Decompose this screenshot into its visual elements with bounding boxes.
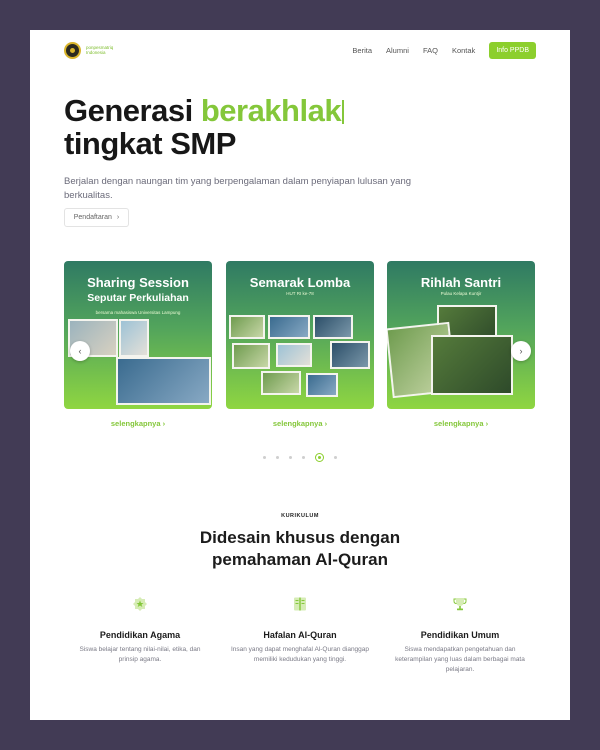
- card-photo: [431, 335, 513, 395]
- card-title: Semarak Lomba: [249, 275, 351, 290]
- nav-link-berita[interactable]: Berita: [352, 46, 372, 55]
- card-title: Sharing Session: [87, 275, 189, 290]
- card-caption: bersama mahasiswa Universitas Lampung: [95, 310, 181, 315]
- feature-hafalan-al-quran: Hafalan Al-Quran Insan yang dapat mengha…: [230, 596, 370, 665]
- carousel-dot[interactable]: [289, 456, 292, 459]
- card-photo: [232, 343, 270, 369]
- card-photo: [261, 371, 301, 395]
- carousel-card-semarak-lomba[interactable]: Semarak Lomba HUT RI ke-78: [226, 261, 374, 409]
- card-photo: [116, 357, 211, 405]
- section-title: Didesain khusus dengan pemahaman Al-Qura…: [30, 527, 570, 571]
- feature-title: Pendidikan Agama: [99, 630, 181, 640]
- feature-title: Hafalan Al-Quran: [263, 630, 337, 640]
- card-photo: [119, 319, 149, 357]
- brand-name-line2: Indonesia: [86, 50, 106, 55]
- card-link-selengkapnya[interactable]: selengkapnya ›: [226, 419, 374, 428]
- card-caption: Pulau Kelapa Kuntjir: [440, 291, 482, 296]
- brand-name: ponpesmatriq Indonesia: [86, 45, 113, 55]
- card-photo: [306, 373, 338, 397]
- carousel-card-sharing-session[interactable]: Sharing Session Seputar Perkuliahan bers…: [64, 261, 212, 409]
- page: ponpesmatriq Indonesia Berita Alumni FAQ…: [30, 30, 570, 720]
- hero-subtitle: Berjalan dengan naungan tim yang berpeng…: [64, 176, 412, 201]
- chevron-right-icon: ›: [116, 214, 120, 221]
- brand-logo[interactable]: ponpesmatriq Indonesia: [64, 41, 113, 59]
- feature-pendidikan-umum: Pendidikan Umum Siswa mendapatkan penget…: [390, 596, 530, 675]
- typing-cursor: [342, 100, 345, 124]
- badge-star-icon: [133, 597, 147, 611]
- trophy-icon: [453, 598, 467, 611]
- feature-description: Insan yang dapat menghafal Al-Quran dian…: [230, 646, 370, 663]
- card-photo: [330, 341, 370, 369]
- pendaftaran-button[interactable]: Pendaftaran ›: [64, 208, 129, 227]
- feature-description: Siswa belajar tentang nilai-nilai, etika…: [79, 646, 201, 663]
- feature-pendidikan-agama: Pendidikan Agama Siswa belajar tentang n…: [70, 596, 210, 665]
- card-link-selengkapnya[interactable]: selengkapnya ›: [64, 419, 212, 428]
- hero-title-highlight: berakhlak: [200, 93, 342, 128]
- info-ppdb-button[interactable]: Info PPDB: [489, 41, 536, 59]
- header-nav: ponpesmatriq Indonesia Berita Alumni FAQ…: [64, 36, 536, 64]
- feature-title: Pendidikan Umum: [420, 630, 500, 640]
- card-link-selengkapnya[interactable]: selengkapnya ›: [387, 419, 535, 428]
- section-title-line1: Didesain khusus dengan: [199, 528, 401, 547]
- section-kicker: KURIKULUM: [281, 513, 319, 519]
- nav-link-kontak[interactable]: Kontak: [452, 46, 475, 55]
- nav-link-faq[interactable]: FAQ: [423, 46, 438, 55]
- carousel-dot[interactable]: [276, 456, 279, 459]
- carousel-dot[interactable]: [334, 456, 337, 459]
- carousel-next-button[interactable]: ›: [511, 341, 531, 361]
- carousel-dot[interactable]: [263, 456, 266, 459]
- carousel-card-rihlah-santri[interactable]: Rihlah Santri Pulau Kelapa Kuntjir: [387, 261, 535, 409]
- card-title: Rihlah Santri: [420, 275, 502, 290]
- card-photo: [268, 315, 310, 339]
- card-photo: [313, 315, 353, 339]
- logo-emblem-icon: [64, 41, 81, 59]
- card-caption: HUT RI ke-78: [286, 291, 314, 296]
- card-subtitle: Seputar Perkuliahan: [87, 292, 189, 304]
- card-photo: [276, 343, 312, 367]
- card-photo: [229, 315, 265, 339]
- carousel-dot[interactable]: [302, 456, 305, 459]
- carousel-prev-button[interactable]: ‹: [70, 341, 90, 361]
- nav-links: Berita Alumni FAQ Kontak Info PPDB: [352, 41, 536, 59]
- hero-title: Generasi berakhlak tingkat SMP: [64, 93, 345, 161]
- quran-book-icon: [294, 597, 306, 611]
- chevron-right-icon: ›: [519, 346, 523, 356]
- carousel-pagination: [263, 453, 337, 462]
- chevron-left-icon: ‹: [78, 346, 82, 356]
- hero-title-line2: tingkat SMP: [64, 126, 236, 161]
- carousel-dot-active[interactable]: [315, 453, 324, 462]
- feature-description: Siswa mendapatkan pengetahuan dan ketera…: [395, 646, 525, 673]
- pendaftaran-label: Pendaftaran: [73, 214, 112, 221]
- section-title-line2: pemahaman Al-Quran: [211, 550, 389, 569]
- hero-title-word: Generasi: [64, 93, 193, 128]
- nav-link-alumni[interactable]: Alumni: [386, 46, 409, 55]
